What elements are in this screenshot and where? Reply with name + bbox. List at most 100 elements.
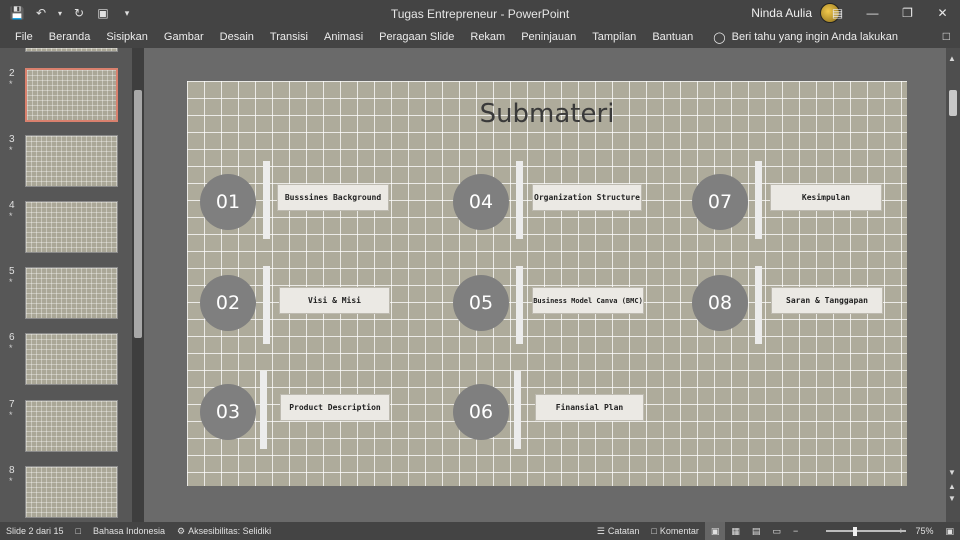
tab-tampilan[interactable]: Tampilan — [584, 26, 644, 48]
reading-view-icon[interactable]: ▤ — [746, 526, 767, 537]
application-name: PowerPoint — [507, 7, 570, 21]
item-number-circle[interactable]: 01 — [200, 174, 256, 230]
minimize-icon[interactable]: — — [855, 0, 890, 26]
divider-bar — [263, 161, 270, 239]
thumbnail-number: 5 — [9, 266, 15, 277]
tab-file[interactable]: File — [0, 26, 41, 48]
thumbnail-number: 7 — [9, 399, 15, 410]
thumbnail-animation-star: * — [9, 476, 13, 486]
ribbon-display-icon[interactable]: ▤ — [820, 0, 855, 26]
spellcheck-icon[interactable]: □ — [70, 526, 87, 536]
item-number-circle[interactable]: 08 — [692, 275, 748, 331]
tab-bantuan[interactable]: Bantuan — [644, 26, 701, 48]
item-label-box[interactable]: Kesimpulan — [770, 184, 882, 211]
thumbnail-scrollbar[interactable] — [132, 48, 144, 522]
save-icon[interactable]: 💾 — [8, 6, 26, 20]
window-controls: ▤ — ❐ ✕ — [820, 0, 960, 26]
item-label-box[interactable]: Busssines Background — [277, 184, 389, 211]
slide-thumbnail-3[interactable] — [25, 135, 118, 187]
item-number-circle[interactable]: 07 — [692, 174, 748, 230]
thumbnail-number: 2 — [9, 68, 15, 79]
scroll-up-arrow-icon[interactable]: ▲ — [948, 54, 956, 63]
thumbnail-number: 4 — [9, 200, 15, 211]
tab-animasi[interactable]: Animasi — [316, 26, 371, 48]
undo-dropdown-icon[interactable]: ▾ — [56, 9, 64, 18]
thumbnail-animation-star: * — [9, 410, 13, 420]
thumbnail-animation-star: * — [9, 79, 13, 89]
comments-label: Komentar — [659, 526, 699, 536]
tab-gambar[interactable]: Gambar — [156, 26, 212, 48]
thumbnail-animation-star: * — [9, 145, 13, 155]
tab-peninjauan[interactable]: Peninjauan — [513, 26, 584, 48]
notes-button[interactable]: ☰ Catatan — [591, 526, 646, 537]
item-number-circle[interactable]: 02 — [200, 275, 256, 331]
item-label-box[interactable]: Business Model Canva (BMC) — [532, 287, 644, 314]
tab-transisi[interactable]: Transisi — [262, 26, 316, 48]
fit-slide-icon[interactable]: ▣ — [939, 526, 960, 537]
undo-icon[interactable]: ↶ — [32, 6, 50, 20]
editor-scroll-thumb[interactable] — [949, 90, 957, 116]
slide-thumbnail-5[interactable] — [25, 267, 118, 319]
document-title: Tugas Entrepreneur — [390, 7, 498, 21]
customize-toolbar-icon[interactable]: ▾ — [118, 8, 136, 19]
comments-icon[interactable]: □ — [943, 29, 950, 43]
item-label-box[interactable]: Finansial Plan — [535, 394, 644, 421]
language-indicator[interactable]: Bahasa Indonesia — [87, 526, 171, 536]
divider-bar — [516, 161, 523, 239]
previous-slide-icon[interactable]: ▲ — [948, 482, 956, 491]
notes-icon: ☰ — [596, 525, 605, 536]
thumbnail-animation-star: * — [9, 343, 13, 353]
tab-sisipkan[interactable]: Sisipkan — [98, 26, 156, 48]
present-from-start-icon[interactable]: ▣ — [94, 6, 112, 20]
redo-icon[interactable]: ↻ — [70, 6, 88, 20]
item-label-box[interactable]: Saran & Tanggapan — [771, 287, 883, 314]
slide-editor: Submateri 01 Busssines Background 02 Vis… — [144, 48, 946, 522]
item-number-circle[interactable]: 05 — [453, 275, 509, 331]
comments-button[interactable]: □ Komentar — [645, 526, 704, 536]
item-label-box[interactable]: Product Description — [280, 394, 390, 421]
zoom-out-button[interactable]: − — [787, 526, 804, 536]
title-separator: - — [500, 7, 505, 21]
tab-desain[interactable]: Desain — [212, 26, 262, 48]
accessibility-checker[interactable]: ⚙ Aksesibilitas: Selidiki — [171, 526, 277, 537]
window-title: Tugas Entrepreneur - PowerPoint — [0, 7, 960, 21]
scroll-down-arrow-icon[interactable]: ▼ — [948, 468, 956, 477]
next-slide-icon[interactable]: ▼ — [948, 494, 956, 503]
thumbnail-animation-star: * — [9, 277, 13, 287]
divider-bar — [263, 266, 270, 344]
slide-title[interactable]: Submateri — [187, 99, 907, 129]
user-name[interactable]: Ninda Aulia — [751, 6, 812, 20]
notes-label: Catatan — [607, 526, 640, 536]
tab-rekam[interactable]: Rekam — [462, 26, 513, 48]
slide-thumbnail-6[interactable] — [25, 333, 118, 385]
lightbulb-icon: ◯ — [713, 31, 726, 44]
zoom-slider-handle[interactable] — [853, 527, 857, 536]
slide-thumbnail-4[interactable] — [25, 201, 118, 253]
slide-thumbnail-8[interactable] — [25, 466, 118, 518]
item-number-circle[interactable]: 03 — [200, 384, 256, 440]
slide-sorter-icon[interactable]: ▦ — [725, 526, 746, 537]
editor-vertical-scrollbar[interactable]: ▲ ▼ ▲ ▼ — [946, 48, 960, 522]
item-number-circle[interactable]: 04 — [453, 174, 509, 230]
thumbnail-scroll-thumb[interactable] — [134, 90, 142, 338]
tab-beranda[interactable]: Beranda — [41, 26, 99, 48]
close-icon[interactable]: ✕ — [925, 0, 960, 26]
tell-me-box[interactable]: ◯ Beri tahu yang ingin Anda lakukan — [713, 31, 898, 44]
comment-icon: □ — [651, 526, 657, 536]
restore-icon[interactable]: ❐ — [890, 0, 925, 26]
item-label-box[interactable]: Organization Structure — [532, 184, 642, 211]
tab-peragaan-slide[interactable]: Peragaan Slide — [371, 26, 462, 48]
normal-view-icon[interactable]: ▣ — [704, 522, 726, 540]
slide-thumbnail-2[interactable] — [25, 68, 118, 122]
slide-thumbnail-7[interactable] — [25, 400, 118, 452]
thumbnail-number: 6 — [9, 332, 15, 343]
title-bar: 💾 ↶ ▾ ↻ ▣ ▾ Tugas Entrepreneur - PowerPo… — [0, 0, 960, 26]
slide-show-icon[interactable]: ▭ — [766, 526, 787, 537]
zoom-level[interactable]: 75% — [909, 526, 939, 536]
item-number-circle[interactable]: 06 — [453, 384, 509, 440]
item-label-box[interactable]: Visi & Misi — [279, 287, 390, 314]
tell-me-label: Beri tahu yang ingin Anda lakukan — [731, 31, 898, 43]
slide-thumbnail-1-partial[interactable] — [25, 48, 118, 52]
current-slide[interactable]: Submateri 01 Busssines Background 02 Vis… — [187, 81, 907, 486]
zoom-slider[interactable] — [826, 530, 906, 532]
